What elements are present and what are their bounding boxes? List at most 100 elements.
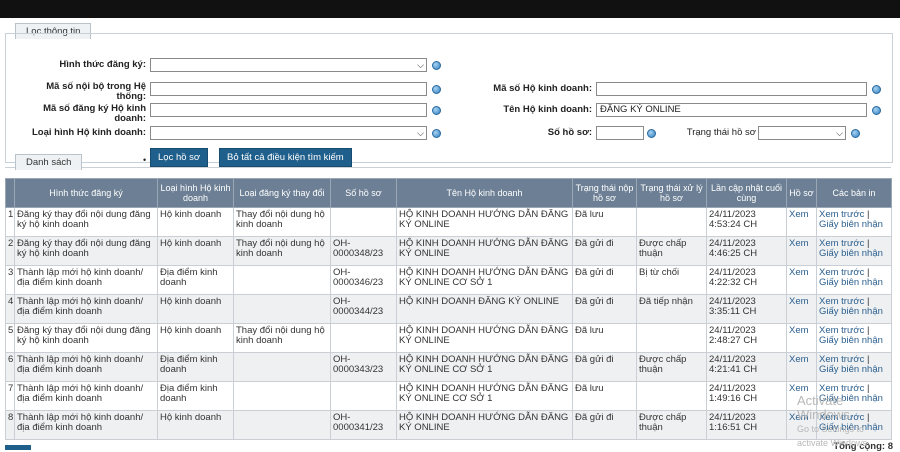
cell-code: OH-0000346/23 bbox=[330, 265, 397, 295]
view-link[interactable]: Xem bbox=[789, 325, 809, 336]
cell-updated: 24/11/2023 4:22:32 CH bbox=[706, 265, 787, 295]
filter-panel: Hình thức đăng ký: ⌵ Mã số nội bộ trong … bbox=[5, 33, 893, 167]
cell-name: HỘ KINH DOANH HƯỚNG DẪN ĐĂNG KÝ ONLINE bbox=[396, 207, 573, 237]
loai-hinh-select[interactable]: ⌵ bbox=[150, 126, 427, 140]
hinh-thuc-select[interactable]: ⌵ bbox=[150, 58, 427, 72]
cell-process bbox=[636, 381, 707, 411]
cell-name: HỘ KINH DOANH HƯỚNG DẪN ĐĂNG KÝ ONLINE C… bbox=[396, 381, 573, 411]
cell-type: Địa điểm kinh doanh bbox=[157, 265, 234, 295]
table-row: 1 Đăng ký thay đổi nội dung đăng ký hộ ki… bbox=[5, 207, 892, 237]
cell-process: Bị từ chối bbox=[636, 265, 707, 295]
table-header[interactable]: Lần cập nhật cuối cùng bbox=[706, 178, 787, 208]
cell-n: 7 bbox=[5, 381, 15, 411]
info-icon[interactable] bbox=[872, 85, 881, 94]
receipt-link[interactable]: Giấy biên nhận bbox=[819, 306, 883, 317]
cell-submit: Đã gửi đi bbox=[572, 294, 637, 324]
chevron-down-icon: ⌵ bbox=[417, 128, 424, 138]
cell-type: Hộ kinh doanh bbox=[157, 207, 234, 237]
ma-so-hkd-label: Mã số Hộ kinh doanh: bbox=[493, 83, 592, 94]
chevron-down-icon: ⌵ bbox=[836, 128, 843, 138]
cell-view: Xem bbox=[786, 236, 817, 266]
info-icon[interactable] bbox=[432, 61, 441, 70]
top-black-bar bbox=[0, 0, 900, 18]
cell-process: Được chấp thuận bbox=[636, 236, 707, 266]
info-icon[interactable] bbox=[432, 129, 441, 138]
filter-button[interactable]: Lọc hồ sơ bbox=[150, 148, 209, 167]
table-header-row: Hình thức đăng ký Loại hình Hộ kinh doan… bbox=[5, 178, 892, 208]
view-link[interactable]: Xem bbox=[789, 296, 809, 307]
view-link[interactable]: Xem bbox=[789, 267, 809, 278]
table-header[interactable]: Số hồ sơ bbox=[330, 178, 397, 208]
cell-prints: Xem trước | Giấy biên nhận bbox=[816, 207, 892, 237]
table-header: Các bản in bbox=[816, 178, 892, 208]
clear-filters-button[interactable]: Bỏ tất cả điều kiện tìm kiếm bbox=[219, 148, 352, 167]
pager-bar[interactable] bbox=[5, 445, 31, 450]
cell-updated: 24/11/2023 2:48:27 CH bbox=[706, 323, 787, 353]
info-icon[interactable] bbox=[647, 129, 656, 138]
ten-hkd-input[interactable]: ĐĂNG KÝ ONLINE bbox=[596, 103, 867, 117]
ma-so-dang-ky-input[interactable] bbox=[150, 103, 427, 117]
cell-n: 6 bbox=[5, 352, 15, 382]
cell-type: Hộ kinh doanh bbox=[157, 236, 234, 266]
hinh-thuc-label: Hình thức đăng ký: bbox=[59, 59, 146, 70]
table-header[interactable]: Trạng thái xử lý hồ sơ bbox=[636, 178, 707, 208]
cell-n: 5 bbox=[5, 323, 15, 353]
receipt-link[interactable]: Giấy biên nhận bbox=[819, 219, 883, 230]
table-header[interactable]: Hình thức đăng ký bbox=[14, 178, 158, 208]
cell-change bbox=[233, 265, 331, 295]
cell-submit: Đã gửi đi bbox=[572, 352, 637, 382]
cell-submit: Đã gửi đi bbox=[572, 236, 637, 266]
list-tab[interactable]: Danh sách bbox=[15, 154, 83, 170]
receipt-link[interactable]: Giấy biên nhận bbox=[819, 248, 883, 259]
cell-form: Thành lập mới hộ kinh doanh/ địa điểm ki… bbox=[14, 352, 158, 382]
info-icon[interactable] bbox=[851, 129, 860, 138]
cell-prints: Xem trước | Giấy biên nhận bbox=[816, 265, 892, 295]
view-link[interactable]: Xem bbox=[789, 238, 809, 249]
cell-name: HỘ KINH DOANH ĐĂNG KÝ ONLINE bbox=[396, 294, 573, 324]
table-header[interactable]: Loại hình Hộ kinh doanh bbox=[157, 178, 234, 208]
cell-process: Đã tiếp nhận bbox=[636, 294, 707, 324]
receipt-link[interactable]: Giấy biên nhận bbox=[819, 335, 883, 346]
so-ho-so-input[interactable] bbox=[596, 126, 644, 140]
table-header[interactable]: Loại đăng ký thay đổi bbox=[233, 178, 331, 208]
cell-form: Thành lập mới hộ kinh doanh/ địa điểm ki… bbox=[14, 410, 158, 440]
cell-code: OH-0000341/23 bbox=[330, 410, 397, 440]
cell-change: Thay đổi nội dung hộ kinh doanh bbox=[233, 323, 331, 353]
cell-n: 2 bbox=[5, 236, 15, 266]
table-row: 3 Thành lập mới hộ kinh doanh/ địa điểm k… bbox=[5, 265, 892, 295]
cell-form: Đăng ký thay đổi nội dung đăng ký hộ kin… bbox=[14, 323, 158, 353]
table-header[interactable]: Tên Hộ kinh doanh bbox=[396, 178, 573, 208]
table-header[interactable]: Trạng thái nộp hồ sơ bbox=[572, 178, 637, 208]
cell-process: Được chấp thuận bbox=[636, 352, 707, 382]
cell-form: Thành lập mới hộ kinh doanh/ địa điểm ki… bbox=[14, 381, 158, 411]
cell-view: Xem bbox=[786, 207, 817, 237]
cell-change: Thay đổi nội dung hộ kinh doanh bbox=[233, 236, 331, 266]
ma-so-noi-bo-input[interactable] bbox=[150, 82, 427, 96]
cell-type: Địa điểm kinh doanh bbox=[157, 381, 234, 411]
cell-updated: 24/11/2023 4:21:41 CH bbox=[706, 352, 787, 382]
cell-name: HỘ KINH DOANH HƯỚNG DẪN ĐĂNG KÝ ONLINE C… bbox=[396, 352, 573, 382]
receipt-link[interactable]: Giấy biên nhận bbox=[819, 277, 883, 288]
receipt-link[interactable]: Giấy biên nhận bbox=[819, 364, 883, 375]
trang-thai-select[interactable]: ⌵ bbox=[758, 126, 846, 140]
cell-updated: 24/11/2023 4:46:25 CH bbox=[706, 236, 787, 266]
cell-name: HỘ KINH DOANH HƯỚNG DẪN ĐĂNG KÝ ONLINE bbox=[396, 410, 573, 440]
cell-type: Hộ kinh doanh bbox=[157, 294, 234, 324]
view-link[interactable]: Xem bbox=[789, 354, 809, 365]
cell-form: Đăng ký thay đổi nội dung đăng ký hộ kin… bbox=[14, 236, 158, 266]
view-link[interactable]: Xem bbox=[789, 209, 809, 220]
records-table: Hình thức đăng ký Loại hình Hộ kinh doan… bbox=[5, 178, 892, 440]
cell-n: 4 bbox=[5, 294, 15, 324]
ten-hkd-label: Tên Hộ kinh doanh: bbox=[503, 104, 592, 115]
info-icon[interactable] bbox=[432, 106, 441, 115]
cell-submit: Đã gửi đi bbox=[572, 410, 637, 440]
cell-submit: Đã gửi đi bbox=[572, 265, 637, 295]
watermark-line2: Go to Settings to activate Windows. bbox=[797, 424, 870, 448]
cell-n: 1 bbox=[5, 207, 15, 237]
info-icon[interactable] bbox=[432, 85, 441, 94]
table-header: Hồ sơ bbox=[786, 178, 817, 208]
cell-view: Xem bbox=[786, 352, 817, 382]
info-icon[interactable] bbox=[872, 106, 881, 115]
ma-so-hkd-input[interactable] bbox=[596, 82, 867, 96]
cell-change bbox=[233, 410, 331, 440]
